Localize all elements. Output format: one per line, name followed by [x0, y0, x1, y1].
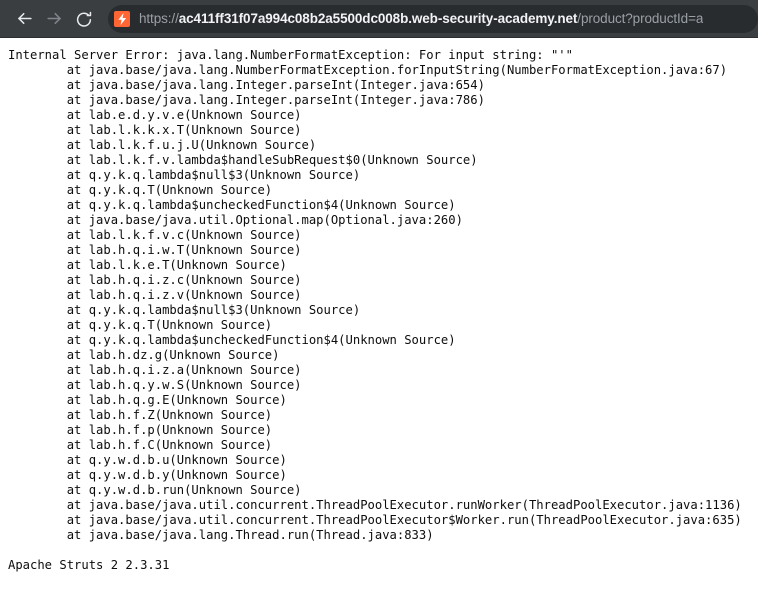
url-path: /product?productId=a — [577, 10, 704, 26]
url-display: https://ac411ff31f07a994c08b2a5500dc008b… — [139, 5, 703, 33]
forward-arrow-icon — [46, 12, 61, 25]
reload-icon — [76, 11, 92, 27]
back-button[interactable] — [10, 5, 38, 33]
address-bar[interactable]: https://ac411ff31f07a994c08b2a5500dc008b… — [108, 4, 758, 33]
url-scheme: https:// — [139, 10, 179, 26]
forward-button[interactable] — [40, 5, 68, 33]
footer-spacer — [8, 543, 758, 558]
page-content: Internal Server Error: java.lang.NumberF… — [0, 38, 758, 590]
error-stack-trace: Internal Server Error: java.lang.NumberF… — [8, 48, 742, 542]
lightning-bolt-glyph — [117, 12, 126, 25]
back-arrow-icon — [17, 12, 32, 25]
server-signature: Apache Struts 2 2.3.31 — [8, 558, 170, 572]
browser-toolbar: https://ac411ff31f07a994c08b2a5500dc008b… — [0, 0, 758, 38]
reload-button[interactable] — [70, 5, 98, 33]
url-host: ac411ff31f07a994c08b2a5500dc008b.web-sec… — [178, 10, 578, 26]
lightning-bolt-favicon — [114, 10, 130, 27]
